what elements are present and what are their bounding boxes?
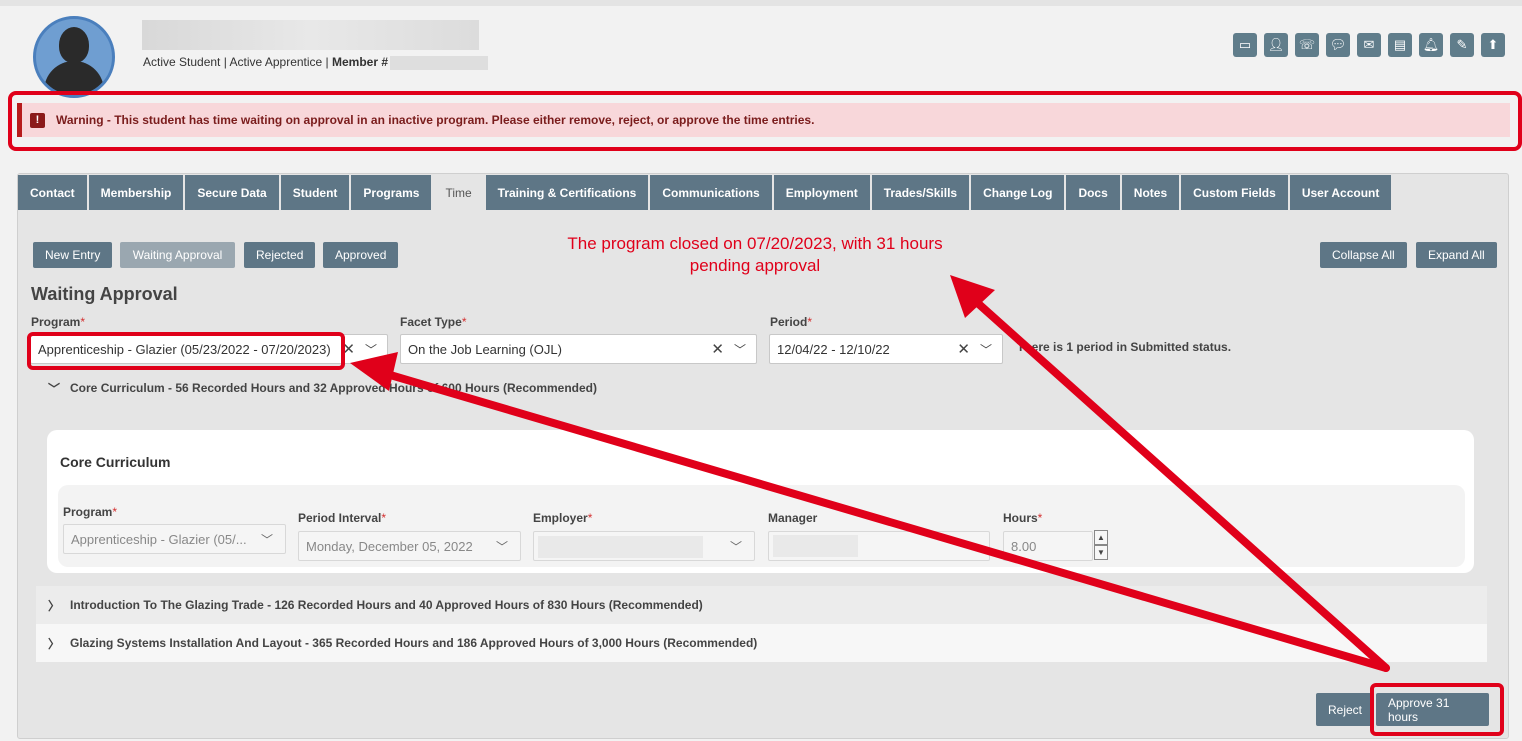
- annotation-arrow-lines: [376, 294, 1390, 672]
- arrow-to-program-line: [376, 368, 1390, 672]
- arrowhead-program: [350, 352, 398, 391]
- annotation-arrows: [350, 275, 1390, 672]
- arrow-to-note-line: [968, 294, 1390, 672]
